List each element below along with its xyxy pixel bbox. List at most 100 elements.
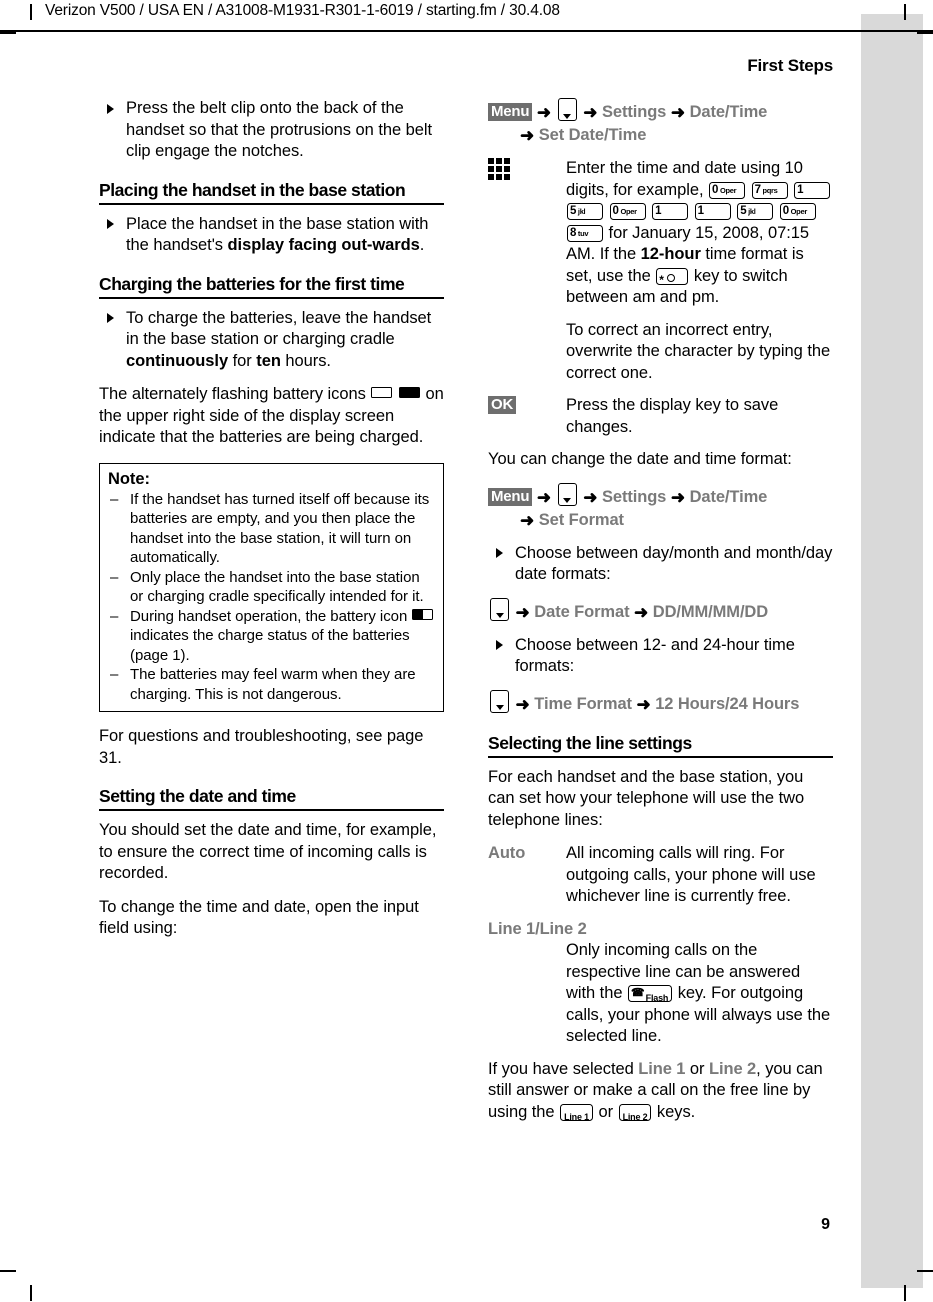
triangle-bullet-icon xyxy=(496,548,503,558)
control-key-down-icon[interactable] xyxy=(557,482,577,506)
battery-half-icon xyxy=(412,608,434,620)
key-digit: 1 xyxy=(697,205,704,217)
menu-value-time-format[interactable]: 12 Hours/24 Hours xyxy=(655,695,799,713)
crop-mark-right-top xyxy=(917,32,933,34)
bullet-text: To charge the batteries, leave the hands… xyxy=(126,308,432,349)
key-digit: 1 xyxy=(797,183,804,196)
paragraph-for-each-handset: For each handset and the base station, y… xyxy=(488,767,805,829)
control-key-down-icon[interactable] xyxy=(557,98,577,121)
key-digit: 7 xyxy=(754,183,761,196)
menu-value-date-format[interactable]: DD/MM/MM/DD xyxy=(653,603,768,621)
bullet-text: Choose between day/month and month/day d… xyxy=(515,543,833,584)
numeric-key-0[interactable]: 0 Oper xyxy=(779,203,816,220)
menu-item-set-format[interactable]: Set Format xyxy=(539,511,624,529)
control-key-down-icon[interactable] xyxy=(490,597,509,621)
key-label: Line 2 xyxy=(622,1111,648,1122)
definition-line12: Line 1/Line 2 Only incoming calls on the… xyxy=(488,919,833,1048)
paragraph-if-selected: If you have selected Line 1 or Line 2, y… xyxy=(488,1059,833,1124)
crop-mark-top-right xyxy=(904,4,906,20)
numeric-key-5[interactable]: 5 jkl xyxy=(567,203,603,220)
flash-key-icon[interactable]: ☎Flash xyxy=(628,985,673,1003)
paragraph-text-5: keys. xyxy=(656,1102,696,1121)
crop-mark-top-left xyxy=(30,4,32,20)
section-heading-line-settings: Selecting the line settings xyxy=(488,732,833,758)
bullet-text-bold: display facing out-wards xyxy=(227,236,420,254)
running-header: Verizon V500 / USA EN / A31008-M1931-R30… xyxy=(45,2,560,19)
line-2-key-icon[interactable]: Line 2 xyxy=(618,1103,652,1122)
menu-path-set-format: Menu ➜ ➜ Settings ➜ Date/Time ➜ Set Form… xyxy=(488,482,833,532)
arrow-icon: ➜ xyxy=(515,694,530,714)
numeric-key-8[interactable]: 8 tuv xyxy=(567,224,603,242)
key-letters: Oper xyxy=(719,185,737,195)
bullet-text-bold: continuously xyxy=(126,351,229,370)
bullet-text-tail: . xyxy=(419,236,425,254)
step-enter-time: Enter the time and date using 10 digits,… xyxy=(488,158,833,384)
paragraph-text: The alternately flashing battery icons xyxy=(99,385,366,403)
dash-bullet-icon: – xyxy=(110,607,119,625)
softkey-menu[interactable]: Menu xyxy=(488,487,533,506)
line-1-key-icon[interactable]: Line 1 xyxy=(560,1103,593,1122)
menu-item-date-format[interactable]: Date Format xyxy=(534,603,629,621)
list-item: Press the belt clip onto the back of the… xyxy=(99,98,444,163)
numeric-key-1[interactable]: 1 xyxy=(652,203,689,220)
note-item-text: The batteries may feel warm when they ar… xyxy=(130,666,416,703)
key-digit: 5 xyxy=(570,205,576,217)
menu-path-date-format: ➜ Date Format ➜ DD/MM/MM/DD xyxy=(488,597,833,624)
key-digit: 0 xyxy=(712,183,718,196)
softkey-ok[interactable]: OK xyxy=(488,396,517,414)
crop-mark-left-bottom xyxy=(0,1270,16,1272)
keypad-icon xyxy=(488,158,514,182)
menu-path-time-format: ➜ Time Format ➜ 12 Hours/24 Hours xyxy=(488,689,833,716)
note-box: Note: – If the handset has turned itself… xyxy=(99,462,444,712)
note-item-text: During handset operation, the battery ic… xyxy=(130,607,408,625)
dash-bullet-icon: – xyxy=(110,568,119,586)
page-number: 9 xyxy=(821,1216,830,1233)
key-letters: tuv xyxy=(577,228,589,238)
list-item: Place the handset in the base station wi… xyxy=(99,214,444,257)
left-column: Press the belt clip onto the back of the… xyxy=(99,98,444,952)
key-letters: pqrs xyxy=(762,185,778,195)
numeric-key-7[interactable]: 7 pqrs xyxy=(751,181,788,199)
arrow-icon: ➜ xyxy=(670,487,686,507)
section-heading-datetime: Setting the date and time xyxy=(99,785,444,811)
menu-path-set-datetime: Menu ➜ ➜ Settings ➜ Date/Time ➜ Set Date… xyxy=(488,98,833,147)
note-item-text-tail: indicates the charge status of the batte… xyxy=(130,627,410,664)
numeric-key-1[interactable]: 1 xyxy=(794,181,831,199)
triangle-bullet-icon xyxy=(107,103,114,114)
numeric-key-0[interactable]: 0 Oper xyxy=(609,203,646,220)
numeric-key-5[interactable]: 5 jkl xyxy=(737,203,774,220)
menu-item-time-format[interactable]: Time Format xyxy=(534,695,632,713)
key-letters: Oper xyxy=(790,207,808,216)
note-item: – If the handset has turned itself off b… xyxy=(108,490,435,568)
key-letters: jkl xyxy=(577,207,586,216)
definition-desc-line12: Only incoming calls on the respective li… xyxy=(566,940,833,1048)
note-item-text: Only place the handset into the base sta… xyxy=(130,568,424,606)
control-key-down-icon[interactable] xyxy=(490,689,509,713)
ring-glyph xyxy=(666,273,675,282)
list-item: Choose between 12- and 24-hour time form… xyxy=(488,635,833,678)
battery-full-icon xyxy=(398,387,420,398)
paragraph-should-set: You should set the date and time, for ex… xyxy=(99,821,437,882)
numeric-key-0[interactable]: 0 Oper xyxy=(709,181,746,199)
bullet-text-mid: for xyxy=(228,351,257,370)
softkey-cell: OK xyxy=(488,395,566,438)
numeric-key-1[interactable]: 1 xyxy=(694,203,731,220)
step-text-3-bold: 12-hour xyxy=(640,245,701,263)
section-heading-charging: Charging the batteries for the first tim… xyxy=(99,273,444,299)
step-text-correct: To correct an incorrect entry, overwrite… xyxy=(566,320,831,382)
key-digit: 5 xyxy=(740,205,747,217)
note-item: – The batteries may feel warm when they … xyxy=(108,665,435,704)
note-item-text: If the handset has turned itself off bec… xyxy=(130,490,430,567)
arrow-icon: ➜ xyxy=(634,602,649,622)
menu-item-settings[interactable]: Settings xyxy=(602,488,666,506)
menu-item-settings[interactable]: Settings xyxy=(602,103,666,121)
menu-item-date-time[interactable]: Date/Time xyxy=(690,103,768,121)
menu-item-set-date-time[interactable]: Set Date/Time xyxy=(539,126,647,144)
step-enter-text: Enter the time and date using 10 digits,… xyxy=(566,158,833,384)
step-ok: OK Press the display key to save changes… xyxy=(488,395,833,438)
star-key-icon[interactable]: * xyxy=(656,267,689,287)
arrow-icon: ➜ xyxy=(636,694,651,714)
paragraph-change-format: You can change the date and time format: xyxy=(488,450,792,468)
softkey-menu[interactable]: Menu xyxy=(488,103,533,121)
menu-item-date-time[interactable]: Date/Time xyxy=(690,488,768,506)
